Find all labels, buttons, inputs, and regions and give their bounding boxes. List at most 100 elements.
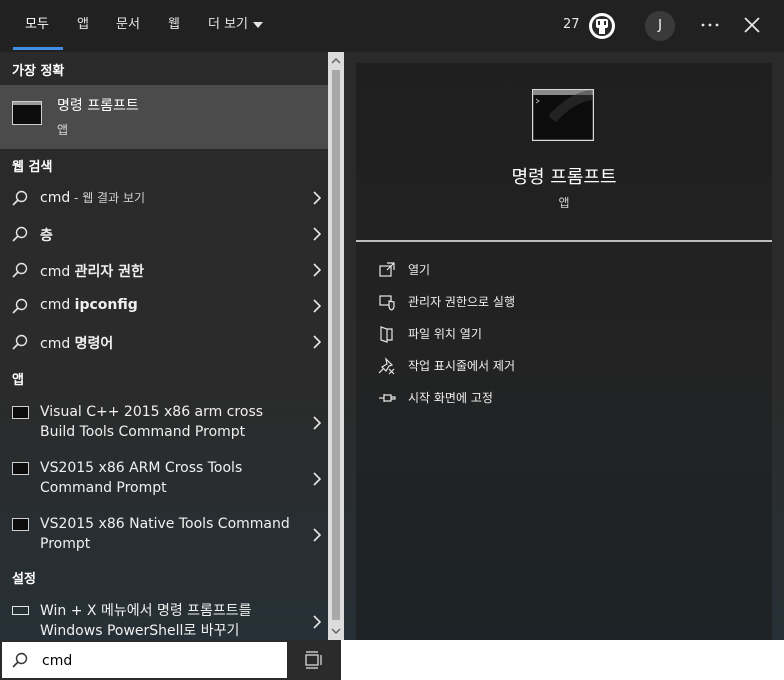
web-result-row[interactable]: cmd 관리자 권한 [0, 252, 328, 288]
settings-line-1: Win + X 메뉴에서 명령 프롬프트를 [40, 603, 252, 619]
best-match-heading: 가장 정확 [12, 64, 65, 79]
unpin-taskbar-label: 작업 표시줄에서 제거 [408, 359, 515, 373]
pin-to-start-action[interactable]: 시작 화면에 고정 [378, 386, 758, 410]
results-pane: 가장 정확 명령 프롬프트 앱 웹 검색 cmd - 웹 결과 보기 층 cmd… [0, 52, 328, 640]
chevron-right-icon[interactable] [313, 472, 321, 486]
scroll-up-icon[interactable] [331, 56, 341, 66]
app-result-label: VS2015 x86 ARM Cross Tools Command Prompt [40, 458, 300, 498]
divider [356, 240, 772, 242]
best-match-title: 명령 프롬프트 [57, 98, 139, 114]
settings-result-label: Win + X 메뉴에서 명령 프롬프트를 Windows PowerShell로… [40, 601, 300, 641]
chevron-right-icon[interactable] [313, 227, 321, 241]
search-icon [12, 298, 28, 314]
web-result-row[interactable]: cmd - 웹 결과 보기 [0, 180, 328, 216]
app-result-label: VS2015 x86 Native Tools Command Prompt [40, 514, 300, 554]
web-result-row[interactable]: cmd ipconfig [0, 288, 328, 324]
unpin-icon [378, 357, 395, 375]
app-line-2: Command Prompt [40, 480, 167, 496]
settings-panel-icon [12, 606, 29, 615]
search-window: 모두 앱 문서 웹 더 보기 27 J 가장 정확 명령 프롬프트 앱 웹 검색… [0, 0, 784, 640]
pin-icon [379, 394, 396, 402]
search-icon [12, 226, 28, 242]
app-result-row[interactable]: Visual C++ 2015 x86 arm cross Build Tools… [0, 396, 328, 448]
suggestion-text: ipconfig [74, 297, 138, 313]
app-result-label: Visual C++ 2015 x86 arm cross Build Tools… [40, 402, 300, 442]
query-text: cmd [40, 264, 75, 280]
rewards-points: 27 [563, 17, 580, 32]
task-view-button[interactable] [289, 640, 341, 680]
pin-to-start-label: 시작 화면에 고정 [408, 391, 493, 405]
chevron-right-icon[interactable] [313, 528, 321, 542]
console-icon [12, 518, 29, 531]
run-as-admin-action[interactable]: 관리자 권한으로 실행 [378, 290, 758, 314]
web-result-label: cmd ipconfig [40, 297, 138, 313]
results-scrollbar[interactable] [328, 52, 344, 640]
suggestion-text: 층 [40, 228, 53, 244]
web-result-label: cmd - 웹 결과 보기 [40, 189, 145, 206]
chevron-right-icon[interactable] [313, 615, 321, 629]
rewards-icon[interactable] [587, 11, 617, 41]
more-options-icon[interactable] [698, 13, 722, 37]
app-line-1: VS2015 x86 ARM Cross Tools [40, 460, 243, 476]
taskbar-search-box[interactable] [0, 640, 289, 680]
tab-documents[interactable]: 문서 [116, 0, 140, 52]
open-file-location-label: 파일 위치 열기 [408, 327, 482, 341]
web-result-label: cmd 명령어 [40, 333, 113, 353]
suggestion-text: 관리자 권한 [74, 264, 144, 280]
apps-heading: 앱 [12, 373, 24, 388]
web-search-heading: 웹 검색 [12, 160, 53, 175]
close-icon[interactable] [740, 13, 764, 37]
app-result-row[interactable]: VS2015 x86 Native Tools Command Prompt [0, 508, 328, 560]
chevron-right-icon[interactable] [313, 416, 321, 430]
chevron-right-icon[interactable] [313, 191, 321, 205]
shield-icon [379, 295, 395, 311]
scroll-down-icon[interactable] [331, 626, 341, 636]
avatar[interactable]: J [645, 11, 675, 41]
cmd-large-icon [531, 88, 595, 142]
app-line-1: VS2015 x86 Native Tools Command [40, 516, 290, 532]
search-icon [12, 334, 28, 350]
suggestion-text: 명령어 [74, 336, 114, 352]
details-subtitle: 앱 [558, 196, 570, 210]
query-text: cmd [40, 297, 75, 313]
top-bar: 모두 앱 문서 웹 더 보기 27 J [0, 0, 784, 52]
chevron-right-icon[interactable] [313, 263, 321, 277]
open-icon [379, 262, 395, 277]
best-match-subtitle: 앱 [57, 123, 69, 137]
open-file-location-action[interactable]: 파일 위치 열기 [378, 322, 758, 346]
app-line-1: Visual C++ 2015 x86 arm cross [40, 404, 264, 420]
app-result-row[interactable]: VS2015 x86 ARM Cross Tools Command Prompt [0, 452, 328, 504]
search-icon [12, 652, 28, 668]
tab-all[interactable]: 모두 [25, 0, 49, 52]
unpin-taskbar-action[interactable]: 작업 표시줄에서 제거 [378, 354, 758, 378]
web-result-label: 층 [40, 225, 53, 245]
chevron-right-icon[interactable] [313, 299, 321, 313]
task-view-icon [305, 651, 322, 669]
query-text: cmd [40, 190, 71, 206]
search-icon [12, 262, 28, 278]
active-tab-indicator [13, 47, 63, 50]
tab-more-label: 더 보기 [208, 17, 249, 32]
console-icon [12, 406, 29, 419]
chevron-right-icon[interactable] [313, 335, 321, 349]
search-input[interactable] [40, 649, 284, 673]
tab-more[interactable]: 더 보기 [208, 0, 264, 52]
web-result-row[interactable]: 층 [0, 216, 328, 252]
app-line-2: Prompt [40, 536, 91, 552]
settings-heading: 설정 [12, 572, 36, 587]
web-result-label: cmd 관리자 권한 [40, 261, 144, 281]
query-text: cmd [40, 336, 75, 352]
web-result-row[interactable]: cmd 명령어 [0, 324, 328, 360]
details-title: 명령 프롬프트 [511, 167, 617, 188]
open-action[interactable]: 열기 [378, 258, 758, 282]
settings-line-2: Windows PowerShell로 바꾸기 [40, 623, 240, 639]
best-match-item[interactable]: 명령 프롬프트 앱 [0, 85, 328, 149]
app-line-2: Build Tools Command Prompt [40, 424, 246, 440]
scrollbar-thumb[interactable] [332, 70, 340, 620]
open-label: 열기 [408, 263, 431, 277]
file-location-icon [380, 326, 393, 343]
tab-web[interactable]: 웹 [168, 0, 180, 52]
console-icon [12, 462, 29, 475]
run-as-admin-label: 관리자 권한으로 실행 [408, 295, 515, 309]
tab-apps[interactable]: 앱 [77, 0, 89, 52]
